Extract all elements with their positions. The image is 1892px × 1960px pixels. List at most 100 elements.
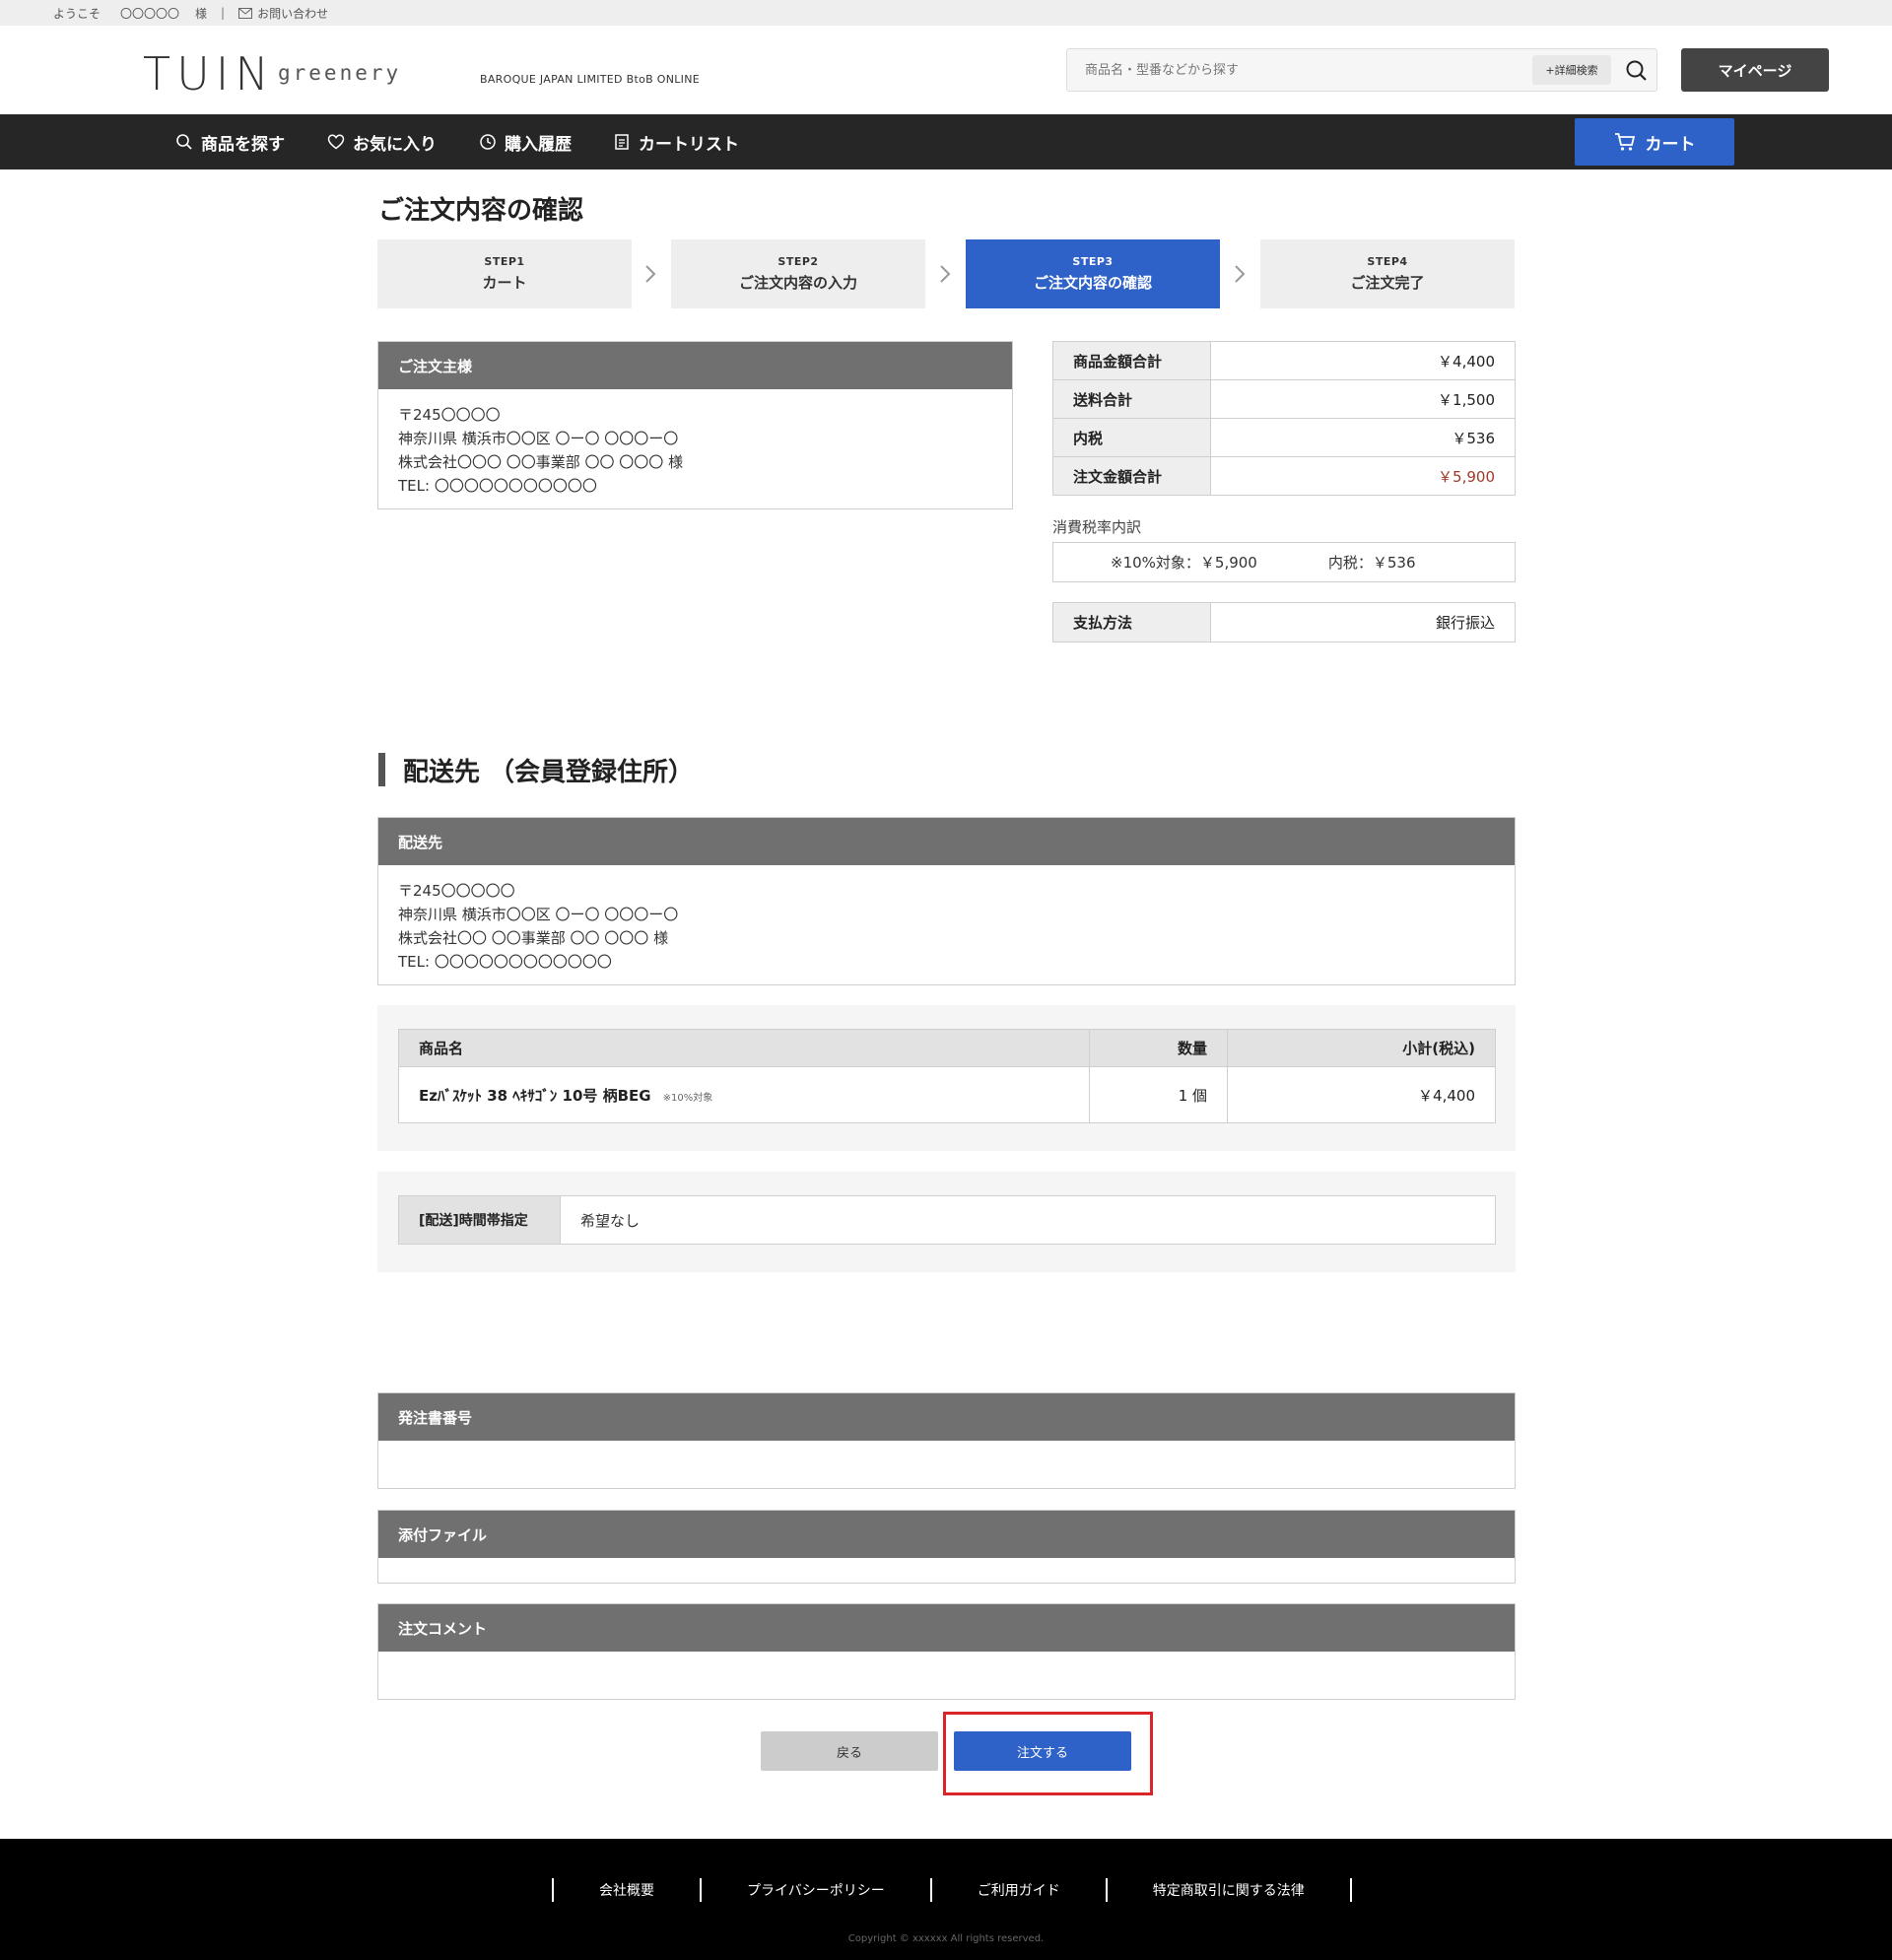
contact-link[interactable]: お問い合わせ (238, 5, 328, 22)
comment-panel: 注文コメント (377, 1603, 1516, 1700)
honorific: 様 (195, 6, 208, 21)
cart-icon (1614, 133, 1635, 151)
items-header-row: 商品名 数量 小計(税込) (398, 1029, 1496, 1067)
address-line: 株式会社〇〇〇 〇〇事業部 〇〇 〇〇〇 様 (398, 453, 684, 471)
address-line: 株式会社〇〇 〇〇事業部 〇〇 〇〇〇 様 (398, 929, 669, 947)
summary-label: 注文金額合計 (1052, 456, 1211, 496)
shipping-panel: 配送先 〒245〇〇〇〇〇 神奈川県 横浜市〇〇区 〇ー〇 〇〇〇ー〇 株式会社… (377, 817, 1516, 985)
nav-item-history[interactable]: 購入履歴 (479, 114, 572, 169)
header-product-name: 商品名 (398, 1029, 1090, 1067)
summary-value: ￥1,500 (1210, 379, 1516, 419)
comment-body (378, 1652, 1515, 1699)
address-line: 神奈川県 横浜市〇〇区 〇ー〇 〇〇〇ー〇 (398, 430, 679, 447)
footer-link-company[interactable]: 会社概要 (554, 1880, 700, 1900)
orderer-panel: ご注文主様 〒245〇〇〇〇 神奈川県 横浜市〇〇区 〇ー〇 〇〇〇ー〇 株式会… (377, 341, 1013, 509)
highlight-box (943, 1712, 1153, 1795)
product-name: Ezﾊﾞｽｹｯﾄ 38 ﾍｷｻｺﾞﾝ 10号 柄BEG (419, 1086, 651, 1105)
orderer-address: 〒245〇〇〇〇 神奈川県 横浜市〇〇区 〇ー〇 〇〇〇ー〇 株式会社〇〇〇 〇… (378, 389, 1012, 511)
address-line: TEL: 〇〇〇〇〇〇〇〇〇〇〇〇 (398, 953, 612, 971)
subtotal-cell: ￥4,400 (1227, 1066, 1496, 1123)
summary-label: 内税 (1052, 418, 1211, 457)
address-line: TEL: 〇〇〇〇〇〇〇〇〇〇〇 (398, 477, 597, 495)
nav-label: カートリスト (639, 134, 739, 155)
utility-bar: ようこそ 〇〇〇〇〇 様 | お問い合わせ (0, 0, 1892, 26)
table-row: Ezﾊﾞｽｹｯﾄ 38 ﾍｷｻｺﾞﾝ 10号 柄BEG ※10%対象 1 個 ￥4… (398, 1066, 1496, 1123)
attachment-heading: 添付ファイル (378, 1511, 1515, 1558)
step-label: ご注文完了 (1350, 274, 1425, 292)
cart-button[interactable]: カート (1575, 118, 1734, 166)
step-label: カート (482, 274, 527, 292)
mail-icon (238, 7, 253, 19)
summary-row: 送料合計 ￥1,500 (1052, 379, 1516, 419)
page-title: ご注文内容の確認 (378, 196, 584, 226)
payment-label: 支払方法 (1052, 602, 1211, 642)
footer-link-guide[interactable]: ご利用ガイド (932, 1880, 1106, 1900)
advanced-search-button[interactable]: +詳細検索 (1532, 55, 1611, 85)
summary-row: 商品金額合計 ￥4,400 (1052, 341, 1516, 380)
user-name: 〇〇〇〇〇 (120, 6, 180, 21)
step-label: ご注文内容の確認 (1033, 274, 1152, 292)
chevron-right-icon (940, 265, 951, 283)
tax-breakdown-box: ※10%対象：￥5,900 内税：￥536 (1052, 542, 1516, 582)
address-line: 〒245〇〇〇〇〇 (398, 882, 515, 900)
list-icon (615, 134, 629, 150)
chevron-right-icon (645, 265, 656, 283)
search-box: +詳細検索 (1066, 48, 1657, 92)
step-label: ご注文内容の入力 (738, 274, 857, 292)
tagline: BAROQUE JAPAN LIMITED BtoB ONLINE (480, 73, 700, 86)
delivery-time-value: 希望なし (560, 1195, 1496, 1245)
site-header: TUIN greenery BAROQUE JAPAN LIMITED BtoB… (0, 26, 1892, 114)
nav-label: お気に入り (353, 134, 437, 155)
po-number-panel: 発注書番号 (377, 1392, 1516, 1489)
step-1: STEP1 カート (377, 239, 632, 308)
shipping-heading: 配送先 (378, 818, 1515, 865)
copyright: Copyright © xxxxxx All rights reserved. (847, 1933, 1045, 1944)
payment-table: 支払方法 銀行振込 (1052, 602, 1516, 642)
logo-sub[interactable]: greenery (278, 61, 401, 85)
delivery-time-row: [配送]時間帯指定 希望なし (398, 1195, 1496, 1245)
header-subtotal: 小計(税込) (1227, 1029, 1496, 1067)
order-total-value: ￥5,900 (1210, 456, 1516, 496)
site-footer: 会社概要 プライバシーポリシー ご利用ガイド 特定商取引に関する法律 Copyr… (0, 1839, 1892, 1960)
footer-links: 会社概要 プライバシーポリシー ご利用ガイド 特定商取引に関する法律 (552, 1878, 1352, 1902)
items-table: 商品名 数量 小計(税込) Ezﾊﾞｽｹｯﾄ 38 ﾍｷｻｺﾞﾝ 10号 柄BE… (398, 1029, 1496, 1123)
delivery-time-table: [配送]時間帯指定 希望なし (398, 1195, 1496, 1245)
footer-link-privacy[interactable]: プライバシーポリシー (702, 1880, 930, 1900)
tax-included: 内税：￥536 (1327, 554, 1416, 572)
history-icon (480, 134, 496, 150)
tax-breakdown-label: 消費税率内訳 (1052, 518, 1142, 536)
orderer-heading: ご注文主様 (378, 342, 1012, 389)
nav-item-search[interactable]: 商品を探す (175, 114, 285, 169)
main-nav: 商品を探す お気に入り 購入履歴 カートリスト カート (0, 114, 1892, 169)
po-number-body (378, 1441, 1515, 1488)
mypage-button[interactable]: マイページ (1681, 48, 1829, 92)
step-number: STEP2 (777, 255, 819, 268)
search-icon[interactable] (1624, 58, 1650, 84)
logo-main[interactable]: TUIN (143, 47, 275, 101)
step-number: STEP1 (484, 255, 525, 268)
search-icon (176, 134, 192, 150)
step-4: STEP4 ご注文完了 (1260, 239, 1515, 308)
back-button[interactable]: 戻る (761, 1731, 938, 1771)
tax-note: ※10%対象 (662, 1092, 713, 1104)
shipping-section-title: 配送先 （会員登録住所） (378, 753, 694, 787)
nav-label: 商品を探す (201, 134, 285, 155)
shipping-address: 〒245〇〇〇〇〇 神奈川県 横浜市〇〇区 〇ー〇 〇〇〇ー〇 株式会社〇〇 〇… (378, 865, 1515, 987)
delivery-time-label: [配送]時間帯指定 (398, 1195, 561, 1245)
cart-label: カート (1645, 134, 1696, 155)
heart-icon (327, 134, 345, 150)
nav-item-favorites[interactable]: お気に入り (327, 114, 437, 169)
footer-divider (1349, 1878, 1352, 1902)
summary-label: 商品金額合計 (1052, 341, 1211, 380)
chevron-right-icon (1235, 265, 1246, 283)
step-number: STEP4 (1367, 255, 1408, 268)
address-line: 神奈川県 横浜市〇〇区 〇ー〇 〇〇〇ー〇 (398, 906, 679, 923)
summary-row: 注文金額合計 ￥5,900 (1052, 456, 1516, 496)
nav-item-cartlist[interactable]: カートリスト (613, 114, 739, 169)
quantity-cell: 1 個 (1089, 1066, 1228, 1123)
po-number-heading: 発注書番号 (378, 1393, 1515, 1441)
address-line: 〒245〇〇〇〇 (398, 406, 501, 424)
search-input[interactable] (1085, 59, 1479, 81)
footer-link-legal[interactable]: 特定商取引に関する法律 (1108, 1880, 1350, 1900)
payment-value: 銀行振込 (1210, 602, 1516, 642)
